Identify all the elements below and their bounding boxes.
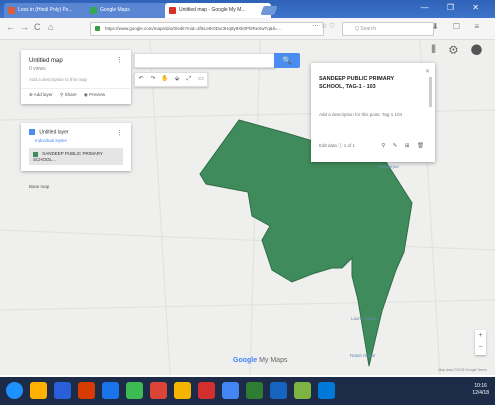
taskbar-app-icon[interactable] (30, 382, 47, 399)
map-views: 0 views (29, 66, 46, 72)
popup-footer[interactable]: Edit data ⓘ 1 of 1 (319, 143, 355, 149)
tab-favicon (169, 7, 176, 14)
map-title[interactable]: Untitled map (21, 50, 131, 64)
taskbar-clock[interactable]: 10:16 12/4/18 (472, 383, 489, 397)
popup-scrollbar[interactable] (429, 77, 432, 107)
map-place-label: Laxmi Nagar (351, 316, 377, 321)
tab-label: Untitled map - Google My M... (179, 7, 246, 13)
map-place-label: Ratan Nagar (350, 353, 376, 358)
popup-description: Add a description for this point. Tag-1 … (319, 112, 402, 117)
back-icon[interactable]: ← (6, 22, 15, 32)
taskbar-app-icon[interactable] (198, 382, 215, 399)
add-layer-button[interactable]: ⊕ Add layer (29, 92, 53, 97)
clock-date: 12/4/18 (472, 390, 489, 396)
reload-icon[interactable]: C (34, 22, 41, 32)
forward-icon[interactable]: → (20, 22, 29, 32)
tab-2[interactable]: Google Maps × (86, 3, 174, 18)
google-wordmark: Google (233, 357, 258, 364)
layer-panel: Untitled layer ⋮ Individual styles SANDE… (21, 123, 131, 171)
base-map-toggle[interactable]: Base map (21, 184, 139, 189)
taskbar-app-icon[interactable] (294, 382, 311, 399)
taskbar-app-icon[interactable] (246, 382, 263, 399)
window-controls[interactable]: — ❐ ✕ (421, 3, 487, 12)
my-maps-label: My Maps (259, 357, 288, 364)
taskbar-app-icon[interactable] (126, 382, 143, 399)
clock-time: 10:16 (474, 383, 487, 389)
close-icon[interactable]: ✕ (425, 68, 430, 75)
feature-name: SANDEEP PUBLIC PRIMARY SCHOOL... (33, 151, 103, 162)
zoom-control: + − (475, 330, 486, 355)
line-icon[interactable]: ⤢ (183, 73, 195, 86)
new-tab-button[interactable] (260, 6, 278, 15)
feature-item[interactable]: SANDEEP PUBLIC PRIMARY SCHOOL... (29, 148, 123, 165)
map-place-label: Pandarpur (378, 164, 400, 169)
screen: Loss in (Hindi Poly) Ps... × Google Maps… (0, 0, 495, 405)
map-search-input[interactable] (134, 53, 276, 68)
layer-style-link[interactable]: Individual styles (21, 137, 131, 144)
map-toolbar: ↶ ↷ ✋ ⬙ ⤢ ▭ (134, 72, 208, 87)
address-bar-icons[interactable]: ⋯ ☆ ♡ (312, 22, 335, 30)
layer-menu-dots-icon[interactable]: ⋮ (116, 129, 123, 137)
map-top-right-icons[interactable]: ⦀ ⚙ ⬤ (431, 44, 487, 57)
lock-icon (95, 26, 100, 31)
navigation-bar: ← → C ⌂ https://www.google.com/maps/d/u/… (0, 18, 495, 40)
taskbar-app-icon[interactable] (222, 382, 239, 399)
taskbar-app-icon[interactable] (174, 382, 191, 399)
tab-label: Google Maps (100, 7, 130, 13)
search-icon: 🔍 (282, 56, 292, 65)
layer-checkbox[interactable] (29, 129, 35, 135)
zoom-in-button[interactable]: + (475, 330, 486, 342)
map-search-button[interactable]: 🔍 (274, 53, 300, 68)
map-attribution[interactable]: Map data ©2018 Google Terms (438, 368, 487, 372)
ruler-icon[interactable]: ▭ (195, 73, 207, 86)
address-bar[interactable]: https://www.google.com/maps/d/u/0/edit?m… (90, 22, 324, 36)
toolbar-icons[interactable]: ⬇ ☐ ≡ (432, 22, 485, 31)
layer-name[interactable]: Untitled layer (39, 129, 68, 135)
share-button[interactable]: ⚲ Share (60, 92, 77, 97)
start-button[interactable] (6, 382, 23, 399)
browser-search-field[interactable]: Q Search (342, 22, 434, 36)
tab-3-active[interactable]: Untitled map - Google My M... × (165, 3, 271, 18)
taskbar-app-icon[interactable] (54, 382, 71, 399)
feature-info-popup: ✕ SANDEEP PUBLIC PRIMARY SCHOOL, TAG-1 -… (311, 63, 435, 162)
taskbar-app-icon[interactable] (270, 382, 287, 399)
home-icon[interactable]: ⌂ (48, 22, 53, 32)
url-text: https://www.google.com/maps/d/u/0/edit?m… (105, 26, 282, 31)
hand-icon[interactable]: ✋ (159, 73, 171, 86)
popup-action-icons[interactable]: ⚲ ✎ ⊞ 🗑 (381, 143, 427, 149)
browser-tab-strip: Loss in (Hindi Poly) Ps... × Google Maps… (0, 0, 495, 18)
menu-dots-icon[interactable]: ⋮ (116, 56, 123, 64)
redo-icon[interactable]: ↷ (147, 73, 159, 86)
layer-row[interactable]: Untitled layer (21, 123, 131, 137)
taskbar-app-icon[interactable] (78, 382, 95, 399)
undo-icon[interactable]: ↶ (135, 73, 147, 86)
tab-1[interactable]: Loss in (Hindi Poly) Ps... × (4, 3, 96, 18)
taskbar-app-icon[interactable] (150, 382, 167, 399)
map-description[interactable]: Add a description to this map (21, 74, 131, 88)
map-legend-panel: Untitled map ⋮ 0 views Add a description… (21, 50, 131, 104)
tab-favicon (8, 7, 15, 14)
marker-icon[interactable]: ⬙ (171, 73, 183, 86)
popup-title: SANDEEP PUBLIC PRIMARY SCHOOL, TAG-1 - 1… (319, 76, 395, 90)
taskbar-app-icon[interactable] (102, 382, 119, 399)
tab-favicon (90, 7, 97, 14)
zoom-out-button[interactable]: − (475, 342, 486, 354)
taskbar: 10:16 12/4/18 (0, 377, 495, 405)
google-logo: Google My Maps (233, 357, 287, 364)
taskbar-app-icon[interactable] (318, 382, 335, 399)
preview-button[interactable]: ◉ Preview (84, 92, 105, 97)
base-map-label: Base map (29, 184, 50, 189)
legend-actions: ⊕ Add layer ⚲ Share ◉ Preview (21, 88, 131, 104)
tab-label: Loss in (Hindi Poly) Ps... (18, 7, 73, 13)
search-placeholder: Q Search (355, 26, 377, 32)
